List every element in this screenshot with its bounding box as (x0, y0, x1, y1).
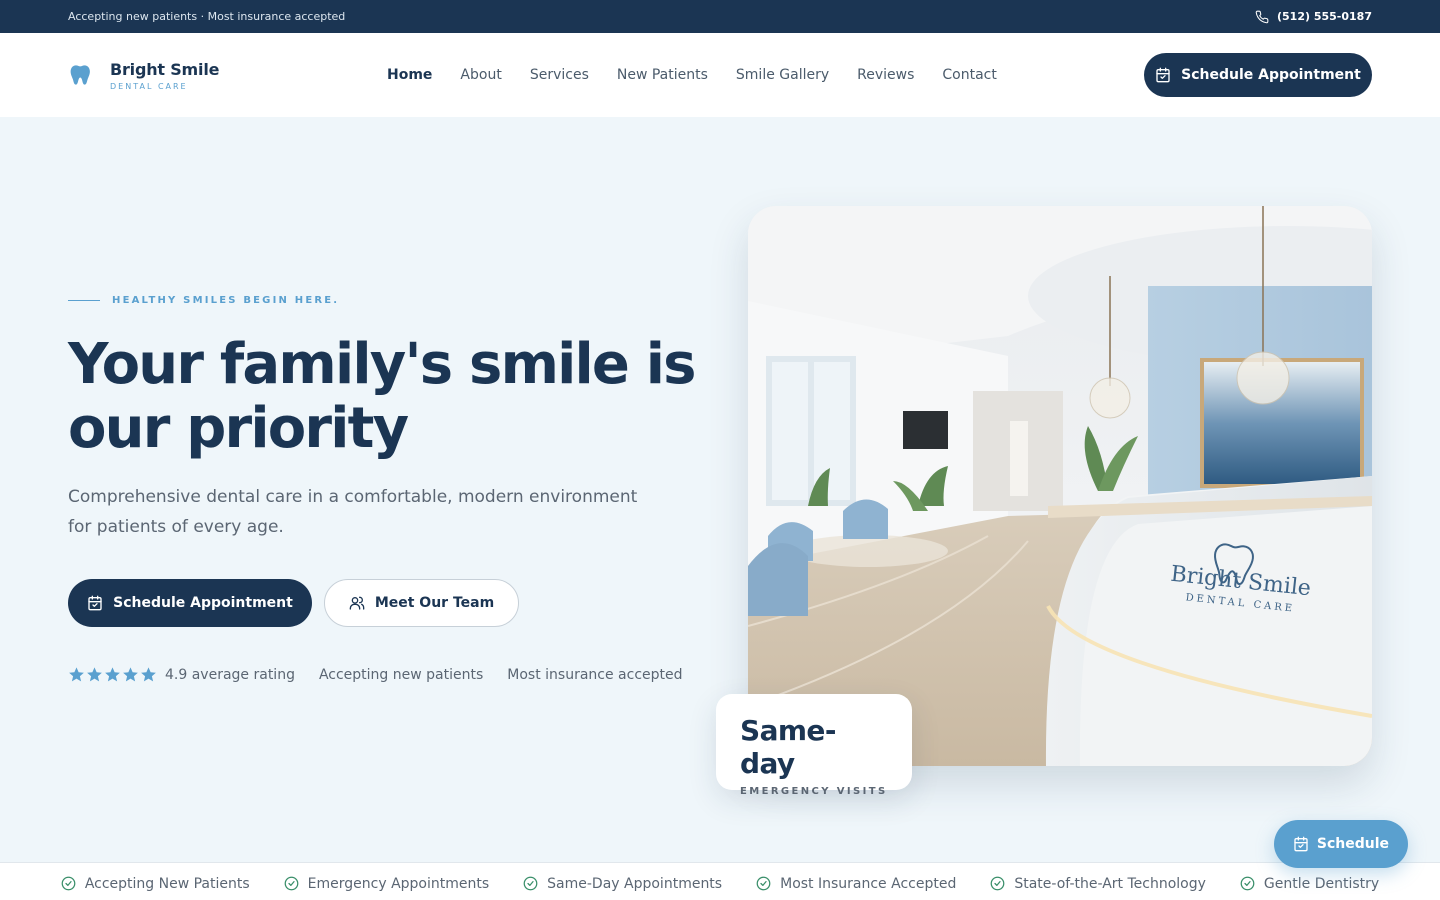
phone-number: (512) 555-0187 (1277, 10, 1372, 23)
eyebrow-text: HEALTHY SMILES BEGIN HERE. (112, 295, 340, 306)
floating-schedule-button[interactable]: Schedule (1274, 820, 1408, 868)
calendar-icon (1294, 836, 1308, 852)
floating-schedule-label: Schedule (1316, 836, 1390, 852)
feature-strip: Accepting New Patients Emergency Appoint… (0, 862, 1440, 900)
nav-item-new-patients[interactable]: New Patients (617, 67, 708, 83)
star-icon (69, 667, 84, 682)
star-icon (105, 667, 120, 682)
hero-trust-row: 4.9 average rating Accepting new patient… (68, 666, 683, 683)
nav-item-services[interactable]: Services (530, 67, 589, 83)
feature-item: Accepting New Patients (61, 876, 250, 892)
nav-cta-label: Schedule Appointment (1181, 67, 1361, 83)
feature-label: Emergency Appointments (307, 875, 490, 892)
hero-eyebrow: HEALTHY SMILES BEGIN HERE. (68, 295, 339, 306)
check-circle-icon (1240, 876, 1255, 891)
tooth-icon (70, 65, 90, 85)
feature-item: Gentle Dentistry (1240, 876, 1379, 892)
office-reception-photo: Bright Smile DENTAL CARE (748, 206, 1372, 766)
phone-link[interactable]: (512) 555-0187 (1255, 10, 1372, 24)
main-navbar: Bright Smile DENTAL CARE Home About Serv… (0, 33, 1440, 117)
check-circle-icon (756, 876, 771, 891)
check-circle-icon (61, 876, 76, 891)
calendar-icon (88, 595, 102, 611)
brand-tagline: DENTAL CARE (110, 81, 188, 91)
meet-our-team-button[interactable]: Meet Our Team (324, 579, 519, 627)
brand-logo[interactable]: Bright Smile DENTAL CARE (68, 60, 219, 91)
feature-item: Emergency Appointments (284, 875, 490, 892)
feature-item: Most Insurance Accepted (756, 876, 956, 892)
check-circle-icon (284, 876, 299, 891)
star-icon (123, 667, 138, 682)
hero-schedule-appointment-button[interactable]: Schedule Appointment (68, 579, 312, 627)
reception-illustration: Bright Smile DENTAL CARE (748, 206, 1372, 766)
same-day-emergency-badge: Same-day EMERGENCY VISITS (716, 694, 912, 797)
feature-item: State-of-the-Art Technology (990, 876, 1206, 892)
rating-stars (68, 666, 157, 683)
feature-label: Same-Day Appointments (547, 875, 723, 892)
top-announcement-bar: Accepting new patients · Most insurance … (0, 0, 1440, 33)
check-circle-icon (990, 876, 1005, 891)
eyebrow-divider (68, 300, 100, 301)
star-icon (141, 667, 156, 682)
logo-text: Bright Smile DENTAL CARE (110, 60, 219, 91)
nav-item-about[interactable]: About (460, 67, 501, 83)
feature-label: Gentle Dentistry (1263, 875, 1380, 892)
hero-subtext: Comprehensive dental care in a comfortab… (68, 487, 638, 537)
trust-accepting-patients: Accepting new patients (318, 666, 484, 683)
hero-secondary-cta-label: Meet Our Team (374, 595, 495, 611)
phone-icon (1255, 10, 1269, 23)
nav-item-home[interactable]: Home (387, 67, 432, 83)
feature-label: Accepting New Patients (84, 875, 250, 892)
hero-headline: Your family's smile is our priority (68, 332, 697, 461)
hero-primary-cta-label: Schedule Appointment (113, 595, 293, 611)
trust-insurance: Most insurance accepted (507, 666, 683, 683)
hero-cta-row: Schedule Appointment Meet Our Team (68, 579, 519, 627)
hero-section: HEALTHY SMILES BEGIN HERE. Your family's… (0, 117, 1440, 862)
primary-nav: Home About Services New Patients Smile G… (387, 33, 997, 117)
check-circle-icon (523, 876, 538, 891)
badge-subtitle: EMERGENCY VISITS (740, 786, 888, 797)
nav-item-smile-gallery[interactable]: Smile Gallery (736, 67, 829, 83)
feature-item: Same-Day Appointments (523, 876, 722, 892)
announcement-text: Accepting new patients · Most insurance … (68, 10, 346, 23)
nav-schedule-appointment-button[interactable]: Schedule Appointment (1144, 53, 1372, 97)
star-icon (87, 667, 102, 682)
users-icon (349, 596, 365, 610)
nav-item-contact[interactable]: Contact (942, 67, 996, 83)
badge-title: Same-day (740, 714, 836, 780)
feature-label: State-of-the-Art Technology (1014, 875, 1206, 892)
feature-label: Most Insurance Accepted (780, 875, 957, 892)
brand-name: Bright Smile (110, 59, 220, 79)
calendar-icon (1156, 67, 1170, 83)
rating-text: 4.9 average rating (165, 666, 295, 683)
nav-item-reviews[interactable]: Reviews (857, 67, 914, 83)
